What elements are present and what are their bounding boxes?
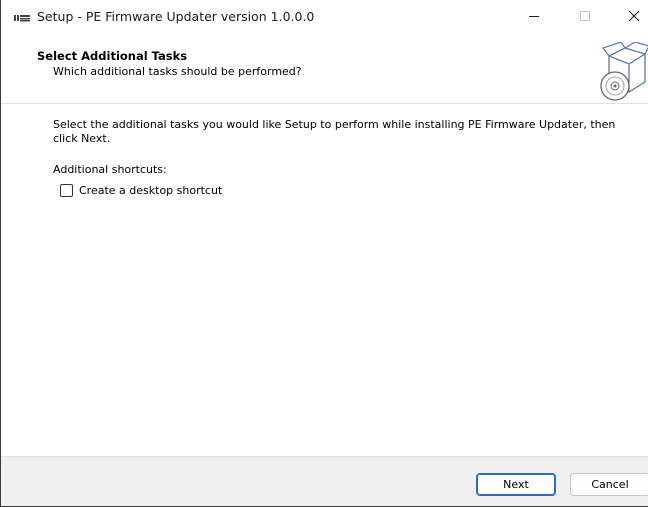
- wizard-footer: Next Cancel: [1, 456, 648, 506]
- cancel-button[interactable]: Cancel: [570, 473, 648, 496]
- additional-shortcuts-label: Additional shortcuts:: [53, 163, 167, 176]
- app-icon: [14, 15, 30, 22]
- next-button[interactable]: Next: [476, 473, 556, 496]
- desktop-shortcut-option[interactable]: Create a desktop shortcut: [60, 184, 222, 197]
- maximize-button: [562, 0, 608, 32]
- minimize-icon: [529, 16, 539, 17]
- title-bar[interactable]: Setup - PE Firmware Updater version 1.0.…: [1, 0, 648, 38]
- close-button[interactable]: [611, 0, 648, 32]
- window-title: Setup - PE Firmware Updater version 1.0.…: [37, 9, 315, 24]
- software-box-cd-icon: [600, 42, 648, 101]
- maximize-icon: [580, 11, 590, 21]
- page-subtitle: Which additional tasks should be perform…: [53, 65, 302, 78]
- desktop-shortcut-label[interactable]: Create a desktop shortcut: [79, 184, 222, 197]
- wizard-header: Select Additional Tasks Which additional…: [1, 38, 648, 103]
- close-icon: [628, 10, 640, 22]
- page-title: Select Additional Tasks: [37, 49, 188, 63]
- wizard-body: Select the additional tasks you would li…: [1, 104, 648, 456]
- setup-window: Setup - PE Firmware Updater version 1.0.…: [0, 0, 648, 507]
- minimize-button[interactable]: [511, 0, 557, 32]
- task-description: Select the additional tasks you would li…: [53, 118, 616, 145]
- desktop-shortcut-checkbox[interactable]: [60, 184, 73, 197]
